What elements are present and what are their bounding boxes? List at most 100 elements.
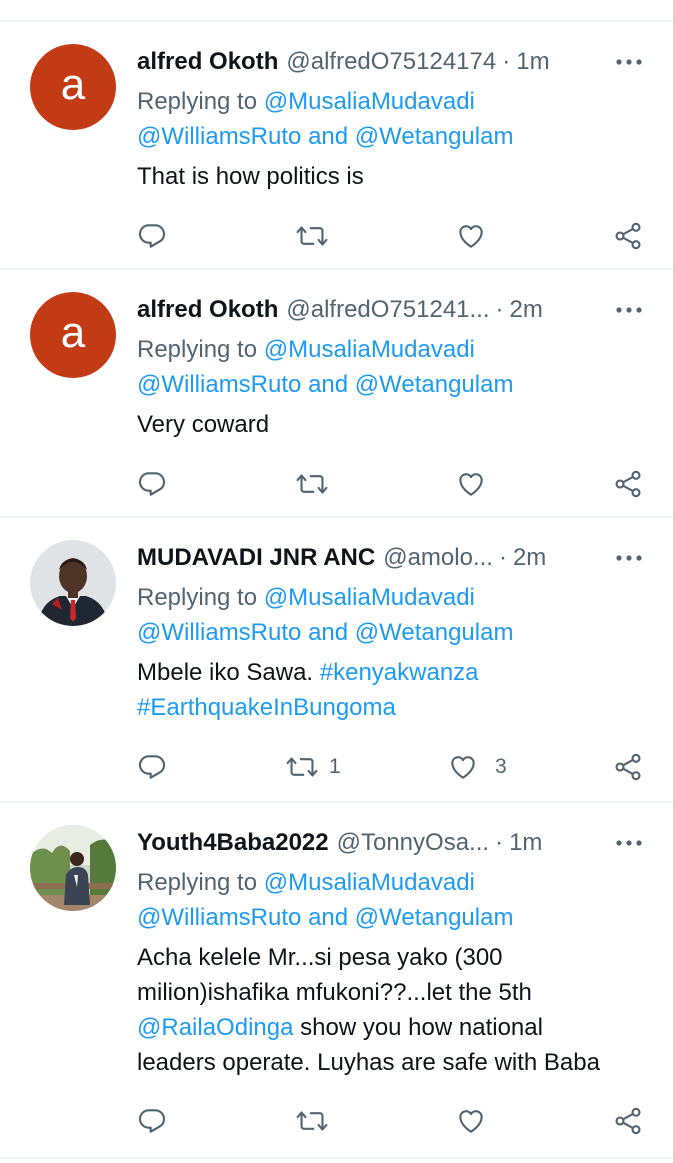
- user-name[interactable]: Youth4Baba2022: [137, 829, 329, 857]
- replying-to: Replying to @MusaliaMudavadi @WilliamsRu…: [137, 336, 514, 398]
- heart-icon: [459, 225, 483, 248]
- mention-link[interactable]: @MusaliaMudavadi: [264, 869, 475, 896]
- retweet-button[interactable]: 1: [285, 747, 341, 787]
- reply-button[interactable]: [136, 216, 168, 256]
- user-handle[interactable]: @alfredO751241...: [286, 296, 489, 324]
- tweet[interactable]: a alfred Okoth @alfredO751241... · 2m Re…: [0, 270, 673, 516]
- tweet-text: Very coward: [137, 411, 270, 438]
- like-count: 3: [495, 755, 507, 778]
- mention-link[interactable]: @WilliamsRuto: [137, 371, 301, 398]
- tweet[interactable]: Youth4Baba2022 @TonnyOsa... · 1m Replyin…: [0, 803, 673, 1157]
- timeline-feed: a alfred Okoth @alfredO75124174 · 1m Rep…: [0, 0, 673, 1159]
- user-handle[interactable]: @amolo...: [383, 544, 493, 572]
- tweet-time[interactable]: 1m: [516, 48, 549, 76]
- tweet-actions: 1 3: [0, 747, 673, 787]
- separator-dot: ·: [498, 544, 507, 571]
- tweet-text: That is how politics is: [137, 163, 364, 190]
- separator-dot: ·: [502, 48, 511, 75]
- reply-button[interactable]: [136, 1101, 168, 1141]
- like-button[interactable]: [455, 1101, 497, 1141]
- reply-button[interactable]: [136, 464, 168, 504]
- replying-to: Replying to @MusaliaMudavadi @WilliamsRu…: [137, 584, 514, 646]
- mention-link[interactable]: @RailaOdinga: [137, 1014, 293, 1041]
- tweet[interactable]: a alfred Okoth @alfredO75124174 · 1m Rep…: [0, 22, 673, 268]
- share-button[interactable]: [612, 216, 644, 256]
- tweet-header: MUDAVADI JNR ANC @amolo... · 2m: [137, 542, 657, 574]
- share-button[interactable]: [612, 1101, 644, 1141]
- share-button[interactable]: [612, 747, 644, 787]
- user-name[interactable]: MUDAVADI JNR ANC: [137, 544, 375, 572]
- tweet-header: alfred Okoth @alfredO751241... · 2m: [137, 294, 657, 326]
- tweet-time[interactable]: 2m: [510, 296, 543, 324]
- avatar[interactable]: a: [30, 292, 116, 378]
- user-name[interactable]: alfred Okoth: [137, 296, 278, 324]
- separator-dot: ·: [495, 829, 504, 856]
- tweet-content: alfred Okoth @alfredO751241... · 2m Repl…: [137, 294, 657, 442]
- reply-icon: [138, 472, 166, 496]
- separator-dot: ·: [495, 296, 504, 323]
- share-icon: [615, 470, 641, 498]
- replying-to: Replying to @MusaliaMudavadi @WilliamsRu…: [137, 88, 514, 150]
- like-button[interactable]: [455, 216, 497, 256]
- mention-link[interactable]: @Wetangulam: [355, 619, 514, 646]
- tweet-time[interactable]: 1m: [509, 829, 542, 857]
- tweet-actions: [0, 464, 673, 504]
- tweet-content: Youth4Baba2022 @TonnyOsa... · 1m Replyin…: [137, 827, 657, 1080]
- more-horizontal-icon[interactable]: [614, 294, 644, 326]
- reply-icon: [138, 755, 166, 779]
- like-button[interactable]: [455, 464, 497, 504]
- tweet-actions: [0, 1101, 673, 1141]
- retweet-button[interactable]: [295, 1101, 339, 1141]
- tweet-text: Acha kelele Mr...si pesa yako (300 milio…: [137, 944, 600, 1076]
- retweet-button[interactable]: [295, 464, 339, 504]
- tweet-text: Mbele iko Sawa. #kenyakwanza #Earthquake…: [137, 659, 479, 721]
- more-horizontal-icon[interactable]: [614, 827, 644, 859]
- share-button[interactable]: [612, 464, 644, 504]
- tweet-content: alfred Okoth @alfredO75124174 · 1m Reply…: [137, 46, 657, 194]
- tweet-content: MUDAVADI JNR ANC @amolo... · 2m Replying…: [137, 542, 657, 725]
- retweet-button[interactable]: [295, 216, 339, 256]
- mention-link[interactable]: @MusaliaMudavadi: [264, 336, 475, 363]
- reply-icon: [138, 1109, 166, 1133]
- heart-icon: [459, 473, 483, 496]
- user-handle[interactable]: @TonnyOsa...: [337, 829, 489, 857]
- mention-link[interactable]: @Wetangulam: [355, 904, 514, 931]
- mention-link[interactable]: @MusaliaMudavadi: [264, 584, 475, 611]
- divider: [0, 1157, 673, 1159]
- tweet-header: alfred Okoth @alfredO75124174 · 1m: [137, 46, 657, 78]
- user-handle[interactable]: @alfredO75124174: [286, 48, 496, 76]
- share-icon: [615, 753, 641, 781]
- retweet-icon: [296, 226, 328, 246]
- share-icon: [615, 222, 641, 250]
- hashtag-link[interactable]: #kenyakwanza: [320, 659, 479, 686]
- tweet-header: Youth4Baba2022 @TonnyOsa... · 1m: [137, 827, 657, 859]
- like-button[interactable]: 3: [447, 747, 507, 787]
- reply-button[interactable]: [136, 747, 168, 787]
- heart-icon: [451, 756, 475, 779]
- mention-link[interactable]: @WilliamsRuto: [137, 904, 301, 931]
- tweet-actions: [0, 216, 673, 256]
- tweet[interactable]: MUDAVADI JNR ANC @amolo... · 2m Replying…: [0, 518, 673, 801]
- heart-icon: [459, 1110, 483, 1133]
- mention-link[interactable]: @WilliamsRuto: [137, 123, 301, 150]
- retweet-count: 1: [329, 755, 341, 778]
- top-spacer: [0, 0, 673, 20]
- retweet-icon: [296, 474, 328, 494]
- avatar[interactable]: [30, 540, 116, 626]
- retweet-icon: [296, 1111, 328, 1131]
- more-horizontal-icon[interactable]: [614, 46, 644, 78]
- share-icon: [615, 1107, 641, 1135]
- mention-link[interactable]: @WilliamsRuto: [137, 619, 301, 646]
- replying-to: Replying to @MusaliaMudavadi @WilliamsRu…: [137, 869, 514, 931]
- reply-icon: [138, 224, 166, 248]
- mention-link[interactable]: @MusaliaMudavadi: [264, 88, 475, 115]
- mention-link[interactable]: @Wetangulam: [355, 371, 514, 398]
- retweet-icon: [286, 757, 318, 777]
- tweet-time[interactable]: 2m: [513, 544, 546, 572]
- hashtag-link[interactable]: #EarthquakeInBungoma: [137, 694, 396, 721]
- more-horizontal-icon[interactable]: [614, 542, 644, 574]
- avatar[interactable]: a: [30, 44, 116, 130]
- user-name[interactable]: alfred Okoth: [137, 48, 278, 76]
- avatar[interactable]: [30, 825, 116, 911]
- mention-link[interactable]: @Wetangulam: [355, 123, 514, 150]
